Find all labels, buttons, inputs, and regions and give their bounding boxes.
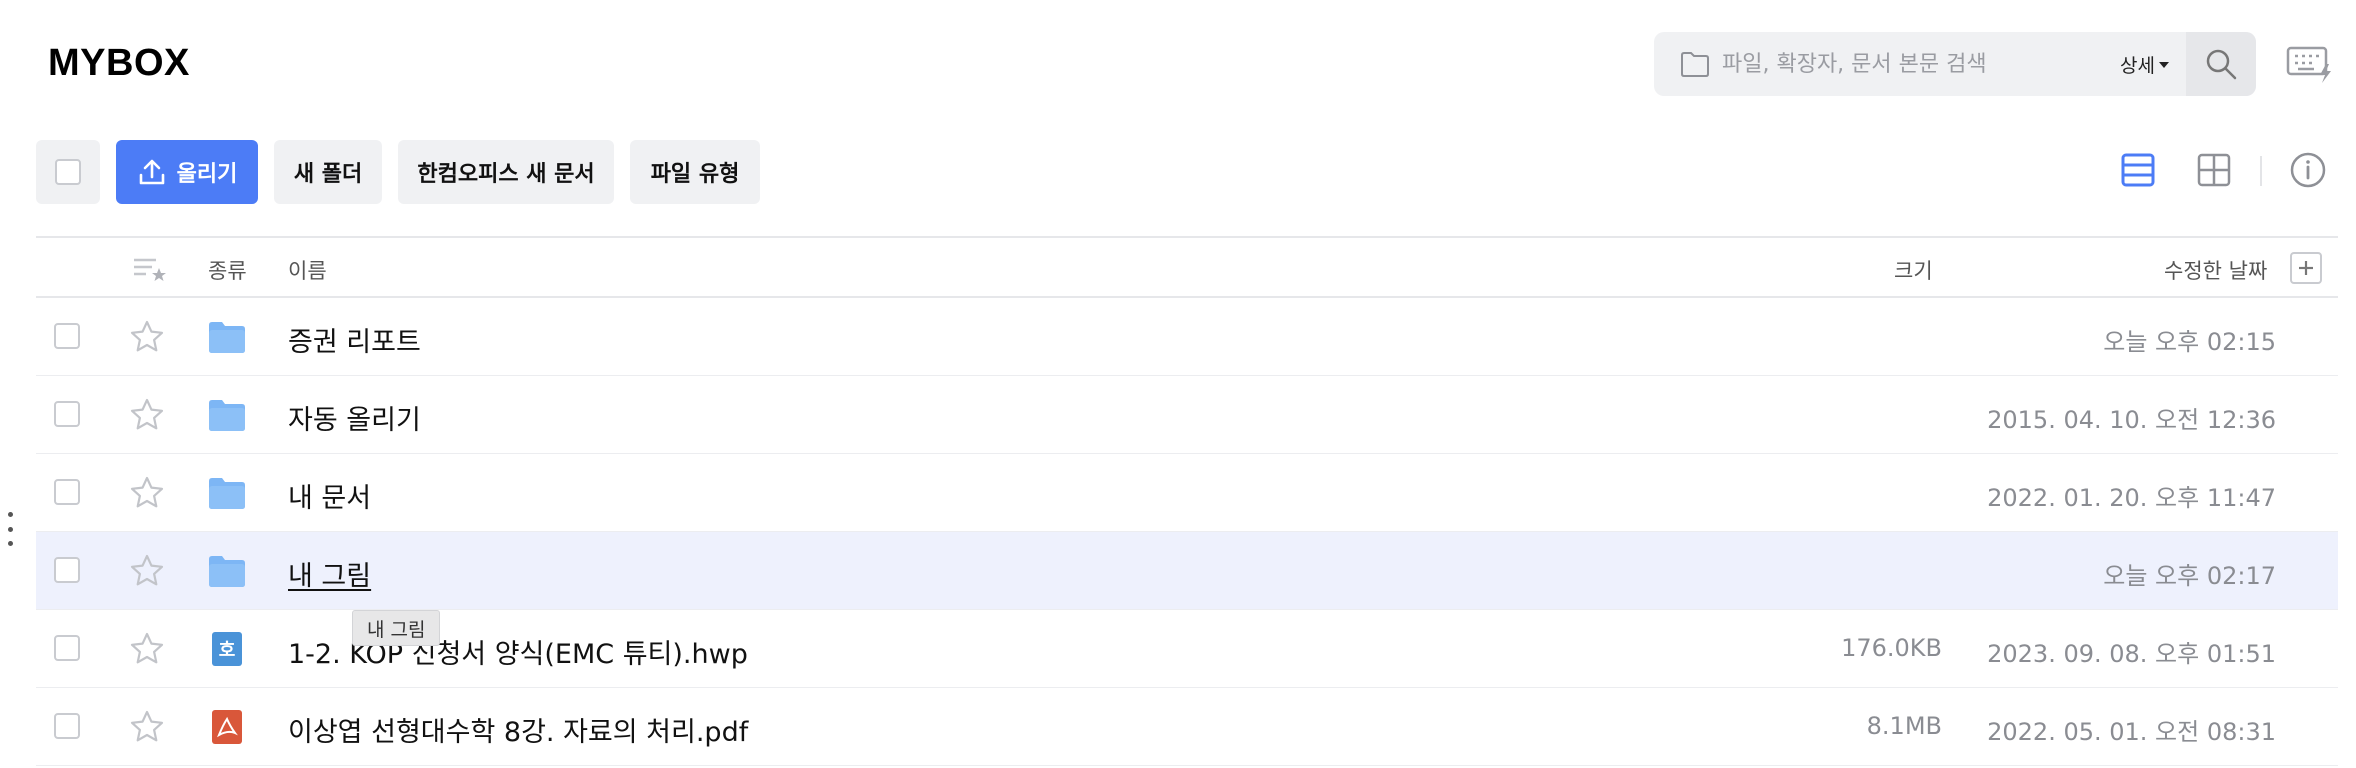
file-type-button[interactable]: 파일 유형 <box>630 140 760 204</box>
row-checkbox[interactable] <box>54 401 80 427</box>
column-header-name[interactable]: 이름 <box>288 255 327 285</box>
folder-icon <box>208 476 246 510</box>
folder-icon <box>208 320 246 354</box>
toolbar-divider <box>2260 156 2262 186</box>
pdf-file-icon <box>208 710 246 744</box>
file-name[interactable]: 이상엽 선형대수학 8강. 자료의 처리.pdf <box>288 710 748 749</box>
folder-scope-icon[interactable] <box>1680 50 1710 78</box>
search-bar: 상세 <box>1654 32 2256 96</box>
search-detail-label: 상세 <box>2120 54 2155 77</box>
star-icon[interactable] <box>128 552 166 590</box>
row-checkbox[interactable] <box>54 479 80 505</box>
grid-view-icon[interactable] <box>2194 150 2234 190</box>
star-icon[interactable] <box>128 396 166 434</box>
add-column-button[interactable] <box>2290 252 2322 284</box>
select-all-button[interactable] <box>36 140 100 204</box>
upload-icon <box>139 159 164 185</box>
list-view-icon[interactable] <box>2118 150 2158 190</box>
file-modified-date: 2015. 04. 10. 오전 12:36 <box>1987 406 2276 434</box>
select-all-checkbox[interactable] <box>55 159 81 185</box>
file-modified-date: 오늘 오후 02:15 <box>2103 328 2276 356</box>
table-row[interactable]: 증권 리포트 오늘 오후 02:15 <box>36 298 2338 376</box>
search-button[interactable] <box>2186 32 2256 96</box>
upload-button[interactable]: 올리기 <box>116 140 258 204</box>
file-table: 종류 이름 크기 수정한 날짜 증권 리포트 오늘 오후 02:15 자동 올리기 2… <box>36 236 2338 766</box>
info-icon[interactable] <box>2288 150 2328 190</box>
name-tooltip: 내 그림 <box>352 610 441 646</box>
column-header-modified[interactable]: 수정한 날짜 <box>2164 255 2267 285</box>
row-checkbox[interactable] <box>54 557 80 583</box>
keyboard-shortcut-icon[interactable] <box>2286 44 2334 84</box>
caret-down-icon <box>2158 62 2169 68</box>
more-options-icon[interactable] <box>6 512 14 546</box>
star-icon[interactable] <box>128 318 166 356</box>
search-icon <box>2206 49 2237 80</box>
file-modified-date: 2022. 05. 01. 오전 08:31 <box>1987 718 2276 746</box>
new-folder-button[interactable]: 새 폴더 <box>274 140 382 204</box>
column-header-kind[interactable]: 종류 <box>208 255 247 285</box>
column-header-size[interactable]: 크기 <box>1894 255 1933 285</box>
star-icon[interactable] <box>128 630 166 668</box>
folder-icon <box>208 554 246 588</box>
row-checkbox[interactable] <box>54 713 80 739</box>
search-detail-dropdown[interactable]: 상세 <box>2120 48 2169 80</box>
plus-icon <box>2299 261 2313 275</box>
hwp-file-icon: 호 <box>208 632 246 666</box>
table-row[interactable]: 자동 올리기 2015. 04. 10. 오전 12:36 <box>36 376 2338 454</box>
file-name[interactable]: 내 문서 <box>288 476 371 515</box>
file-modified-date: 2023. 09. 08. 오후 01:51 <box>1987 640 2276 668</box>
row-checkbox[interactable] <box>54 635 80 661</box>
table-row[interactable]: 이상엽 선형대수학 8강. 자료의 처리.pdf 8.1MB 2022. 05. 0… <box>36 688 2338 766</box>
file-name[interactable]: 증권 리포트 <box>288 320 421 359</box>
star-icon[interactable] <box>128 708 166 746</box>
file-size: 8.1MB <box>1866 712 1942 740</box>
folder-icon <box>208 398 246 432</box>
file-modified-date: 2022. 01. 20. 오후 11:47 <box>1987 484 2276 512</box>
file-name[interactable]: 내 그림 <box>288 554 371 593</box>
row-checkbox[interactable] <box>54 323 80 349</box>
table-header: 종류 이름 크기 수정한 날짜 <box>36 236 2338 298</box>
star-icon[interactable] <box>128 474 166 512</box>
file-name[interactable]: 자동 올리기 <box>288 398 421 437</box>
file-size: 176.0KB <box>1841 634 1942 662</box>
file-modified-date: 오늘 오후 02:17 <box>2103 562 2276 590</box>
svg-text:호: 호 <box>219 640 236 661</box>
hancom-new-document-button[interactable]: 한컴오피스 새 문서 <box>398 140 614 204</box>
search-input[interactable] <box>1722 32 2142 96</box>
table-row[interactable]: 내 문서 2022. 01. 20. 오후 11:47 <box>36 454 2338 532</box>
app-logo[interactable]: MYBOX <box>48 42 190 85</box>
table-row[interactable]: 내 그림 오늘 오후 02:17 <box>36 532 2338 610</box>
sort-favorites-icon[interactable] <box>132 254 168 284</box>
upload-label: 올리기 <box>176 162 238 187</box>
